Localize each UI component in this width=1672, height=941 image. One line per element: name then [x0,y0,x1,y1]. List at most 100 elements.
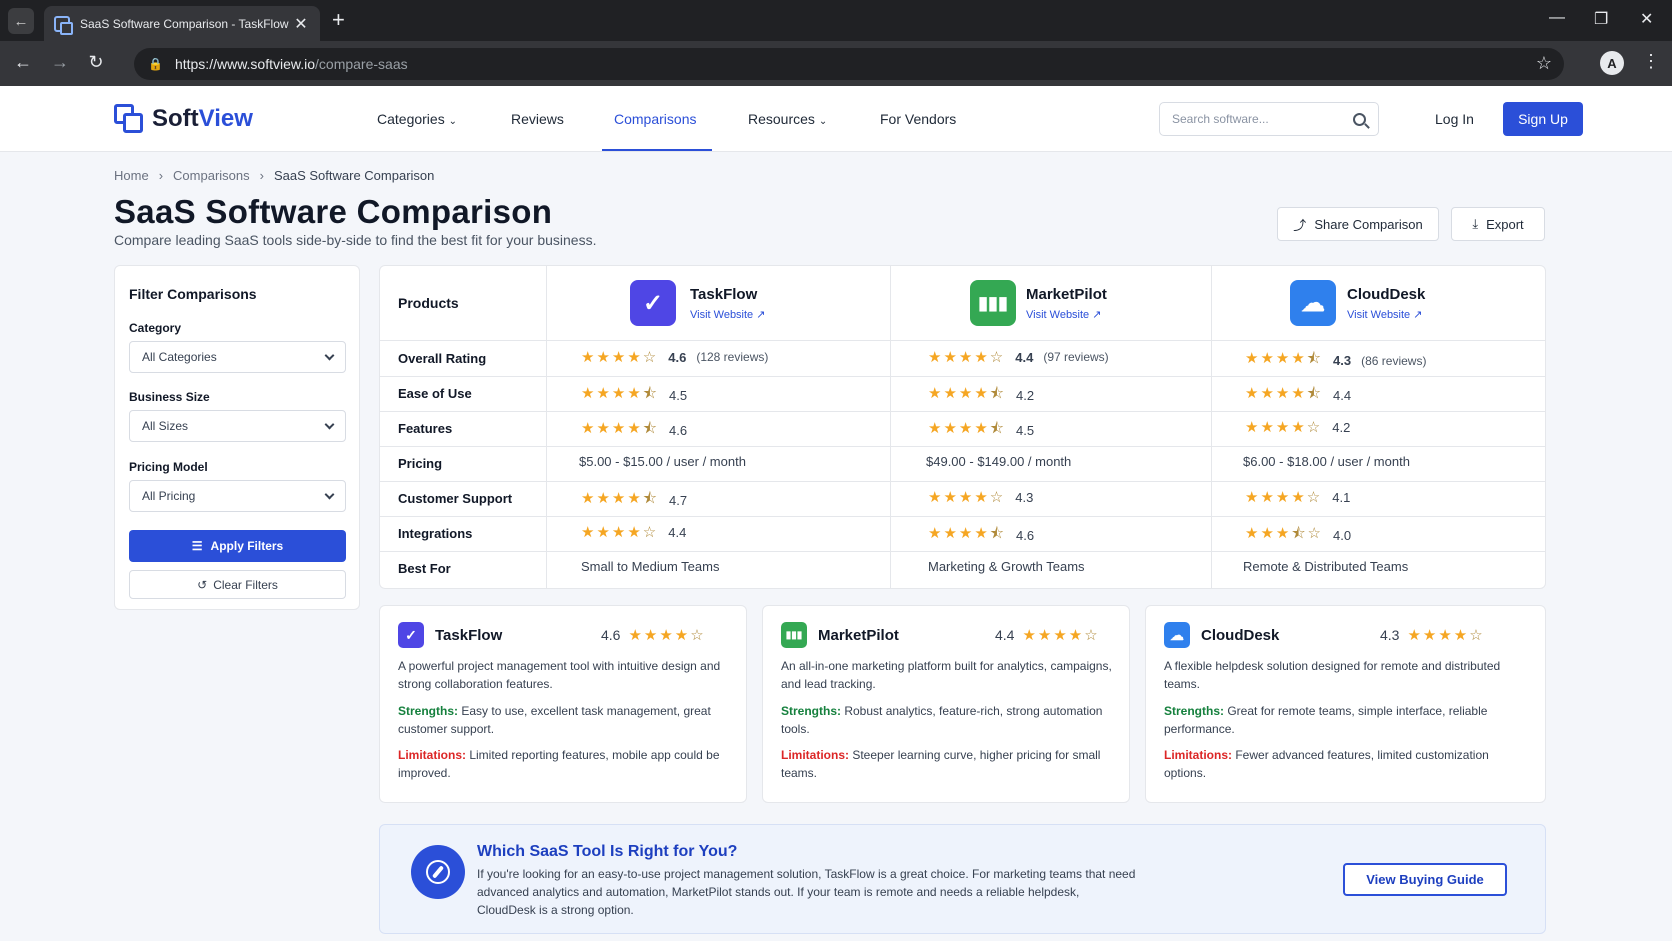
guide-title: Which SaaS Tool Is Right for You? [477,843,738,860]
page-subtitle: Compare leading SaaS tools side-by-side … [114,232,597,248]
external-link-icon: ↗ [756,309,766,321]
nav-comparisons[interactable]: Comparisons [614,111,696,127]
softview-logo[interactable]: SoftView [114,104,253,134]
rating-stars-icon: ★★★★⯪ [928,420,1007,437]
nav-reviews[interactable]: Reviews [511,111,564,127]
clouddesk-integrations-cell: ★★★⯪☆ 4.0 [1245,523,1351,548]
address-bar: ← → ↻ 🔒 https://www.softview.io/compare-… [0,41,1672,86]
product-card-clouddesk: ☁ CloudDesk 4.3 ★★★★☆ A flexible helpdesk… [1145,605,1546,803]
site-header: SoftView Categories ⌄ Reviews Comparison… [0,86,1672,152]
clouddesk-best-for-cell: Remote & Distributed Teams [1243,559,1409,574]
rating-stars-icon: ★★★★☆ [1245,419,1323,436]
rating-stars-icon: ★★★★⯪ [1245,350,1324,367]
marketpilot-features-cell: ★★★★⯪ 4.5 [928,418,1034,443]
clouddesk-logo: ☁ [1164,622,1190,648]
rating-stars-icon: ★★★★⯪ [928,525,1007,542]
product-card-taskflow: ✓ TaskFlow 4.6 ★★★★☆ A powerful project m… [379,605,747,803]
download-icon: ⤓ [1472,216,1479,231]
marketpilot-visit-link[interactable]: Visit Website ↗ [1026,308,1101,321]
lock-icon: 🔒 [148,57,163,71]
clear-filters-button[interactable]: ↺ Clear Filters [129,570,346,599]
profile-avatar[interactable]: A [1600,51,1624,75]
forward-icon[interactable]: → [48,52,72,73]
chevron-down-icon [324,350,335,360]
card-limitations: Limitations: Steeper learning curve, hig… [781,748,1101,780]
bookmark-star-icon[interactable]: ☆ [1536,53,1552,74]
nav-categories[interactable]: Categories ⌄ [377,111,457,127]
guide-text: If you're looking for an easy-to-use pro… [477,867,1136,917]
card-description: A flexible helpdesk solution designed fo… [1164,659,1501,691]
taskflow-pricing-cell: $5.00 - $15.00 / user / month [579,454,746,469]
search-input[interactable]: Search software... [1159,102,1379,136]
taskflow-support-cell: ★★★★⯪ 4.7 [581,488,687,513]
rating-stars-icon: ★★★★☆ [581,524,659,541]
marketpilot-support-cell: ★★★★☆ 4.3 [928,489,1034,506]
category-select[interactable]: All Categories [129,341,346,373]
browser-menu-icon[interactable]: ⋮ [1642,51,1660,72]
export-button[interactable]: ⤓ Export [1451,207,1545,241]
url-field[interactable]: 🔒 https://www.softview.io/compare-saas ☆ [134,48,1564,80]
taskflow-best-for-cell: Small to Medium Teams [581,559,720,574]
minimize-icon[interactable]: — [1549,9,1565,27]
rating-stars-icon: ★★★★⯪ [1245,385,1324,402]
taskflow-visit-link[interactable]: Visit Website ↗ [690,308,765,321]
favicon-icon [54,15,73,35]
filter-panel: Filter Comparisons Category All Categori… [114,265,360,610]
active-nav-indicator [602,149,712,151]
marketpilot-pricing-cell: $49.00 - $149.00 / month [926,454,1072,469]
card-name: MarketPilot [818,627,899,644]
page-title: SaaS Software Comparison [114,193,553,230]
rating-stars-icon: ★★★★⯪ [581,385,660,402]
rating-stars-icon: ★★★★☆ [628,627,706,644]
taskflow-ease-cell: ★★★★⯪ 4.5 [581,383,687,408]
business-size-label: Business Size [129,390,210,404]
business-size-select[interactable]: All Sizes [129,410,346,442]
window-close-icon[interactable]: ✕ [1640,9,1653,29]
card-limitations: Limitations: Fewer advanced features, li… [1164,748,1489,780]
card-rating: 4.4 ★★★★☆ [995,627,1100,644]
row-label-support: Customer Support [398,491,513,506]
new-tab-icon[interactable]: + [332,9,345,31]
nav-resources[interactable]: Resources ⌄ [748,111,827,127]
reload-icon[interactable]: ↻ [84,52,108,73]
browser-tab[interactable]: SaaS Software Comparison - TaskFlow ✕ [44,6,320,41]
signup-button[interactable]: Sign Up [1503,102,1583,136]
breadcrumb-home[interactable]: Home [114,168,149,183]
clouddesk-visit-link[interactable]: Visit Website ↗ [1347,308,1422,321]
category-label: Category [129,321,182,335]
breadcrumb-separator-icon: › [259,168,264,183]
pricing-model-select[interactable]: All Pricing [129,480,346,512]
clouddesk-overall-cell: ★★★★⯪ 4.3 (86 reviews) [1245,348,1426,373]
taskflow-integrations-cell: ★★★★☆ 4.4 [581,524,687,541]
products-header: Products [398,295,459,311]
nav-for-vendors[interactable]: For Vendors [880,111,956,127]
card-description: An all-in-one marketing platform built f… [781,659,1112,691]
card-strengths: Strengths: Robust analytics, feature-ric… [781,704,1103,736]
card-strengths: Strengths: Great for remote teams, simpl… [1164,704,1488,736]
url-host: https://www.softview.io [174,56,316,72]
reset-icon: ↺ [197,577,208,592]
search-placeholder: Search software... [1172,112,1269,126]
external-link-icon: ↗ [1413,309,1423,321]
url-path: /compare-saas [315,56,408,72]
card-rating: 4.3 ★★★★☆ [1380,627,1485,644]
breadcrumb-comparisons[interactable]: Comparisons [173,168,250,183]
rating-stars-icon: ★★★★⯪ [928,385,1007,402]
search-icon[interactable] [1353,112,1366,126]
breadcrumb-current: SaaS Software Comparison [273,168,435,183]
tab-search-icon[interactable]: ← [8,8,34,34]
rating-stars-icon: ★★★⯪☆ [1245,525,1323,542]
back-icon[interactable]: ← [11,52,35,73]
marketpilot-overall-cell: ★★★★☆ 4.4 (97 reviews) [928,349,1109,366]
restore-icon[interactable]: ❐ [1594,9,1608,29]
apply-filters-button[interactable]: ☰ Apply Filters [129,530,346,562]
view-buying-guide-button[interactable]: View Buying Guide [1343,863,1507,896]
clouddesk-logo: ☁ [1290,280,1336,326]
logo-text-soft: Soft [152,105,199,132]
tab-close-icon[interactable]: ✕ [292,14,310,34]
share-comparison-button[interactable]: ⤴ Share Comparison [1277,207,1439,241]
row-label-best-for: Best For [398,561,451,576]
tab-title: SaaS Software Comparison - TaskFlow [80,16,289,31]
marketpilot-integrations-cell: ★★★★⯪ 4.6 [928,523,1034,548]
login-link[interactable]: Log In [1435,111,1474,127]
